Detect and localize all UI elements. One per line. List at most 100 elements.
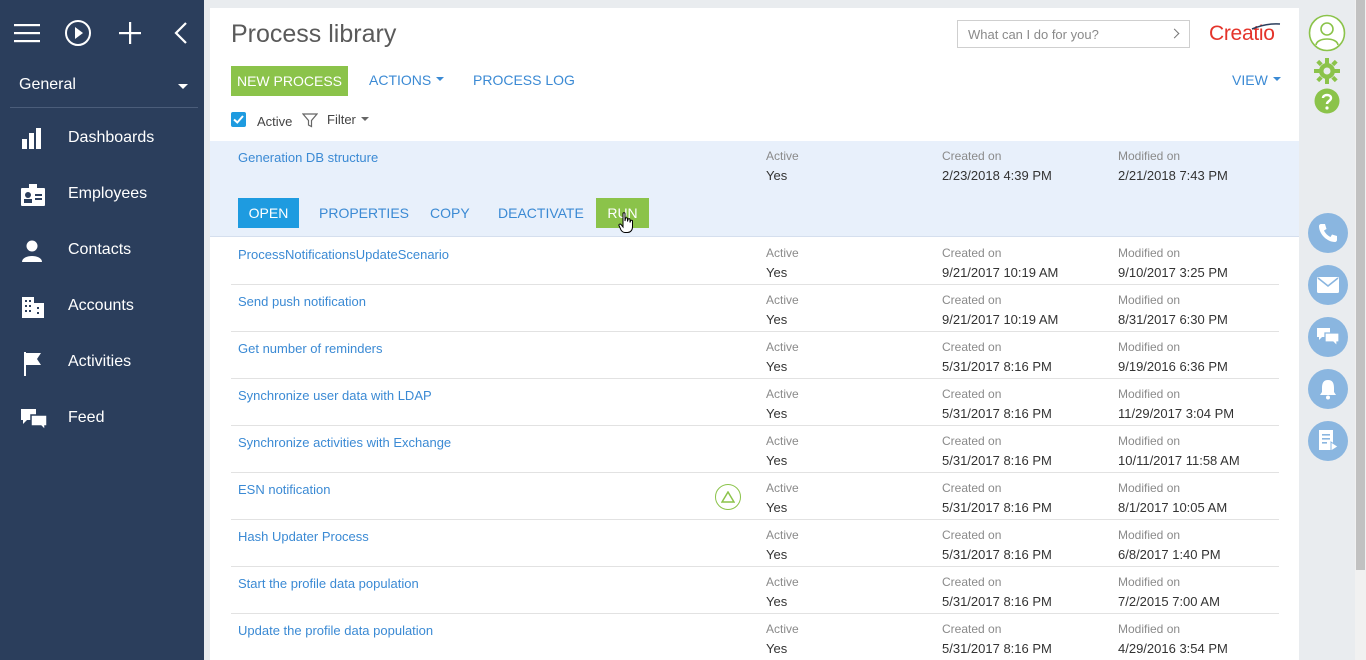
filter-dropdown[interactable]: Filter (327, 112, 369, 127)
active-caption: Active (766, 575, 799, 589)
scrollbar-thumb[interactable] (1356, 0, 1365, 570)
copy-button[interactable]: COPY (430, 198, 470, 228)
table-row[interactable]: Get number of reminders Active Yes Creat… (231, 332, 1279, 379)
profile-icon[interactable] (1308, 14, 1346, 52)
chevron-down-icon (360, 116, 369, 121)
open-button[interactable]: OPEN (238, 198, 299, 228)
sidebar-item-activities[interactable]: Activities (0, 335, 204, 391)
sidebar-item-dashboards[interactable]: Dashboards (0, 111, 204, 167)
active-value: Yes (766, 500, 788, 515)
sidebar-item-label: Employees (68, 185, 148, 202)
process-name-link[interactable]: Send push notification (238, 294, 366, 309)
sidebar-item-label: Feed (68, 409, 105, 426)
process-name-link[interactable]: ProcessNotificationsUpdateScenario (238, 247, 449, 262)
help-icon[interactable] (1314, 88, 1340, 114)
table-row-selected[interactable]: Generation DB structure Active Yes Creat… (210, 141, 1299, 237)
settings-gear-icon[interactable] (1314, 58, 1340, 84)
table-row[interactable]: Synchronize user data with LDAP Active Y… (231, 379, 1279, 426)
table-row[interactable]: Synchronize activities with Exchange Act… (231, 426, 1279, 473)
modified-value: 4/29/2016 3:54 PM (1118, 641, 1228, 656)
sidebar-item-employees[interactable]: Employees (0, 167, 204, 223)
table-row[interactable]: Update the profile data population Activ… (231, 614, 1279, 660)
add-icon[interactable] (115, 18, 145, 48)
workplace-selector[interactable]: General (10, 68, 198, 108)
new-process-button[interactable]: NEW PROCESS (231, 66, 348, 96)
sidebar-item-accounts[interactable]: Accounts (0, 279, 204, 335)
modified-value: 10/11/2017 11:58 AM (1118, 453, 1240, 468)
table-row[interactable]: ESN notification Active Yes Created on 5… (231, 473, 1279, 520)
created-caption: Created on (942, 340, 1002, 354)
process-panel-button[interactable] (1308, 421, 1348, 461)
table-row[interactable]: Start the profile data population Active… (231, 567, 1279, 614)
menu-icon[interactable] (12, 18, 42, 48)
active-caption: Active (766, 387, 799, 401)
view-label: VIEW (1232, 72, 1268, 88)
chat-button[interactable] (1308, 317, 1348, 357)
created-caption: Created on (942, 293, 1002, 307)
process-name-link[interactable]: Hash Updater Process (238, 529, 369, 544)
created-caption: Created on (942, 575, 1002, 589)
created-value: 9/21/2017 10:19 AM (942, 312, 1059, 327)
active-caption: Active (766, 149, 799, 163)
sidebar-item-contacts[interactable]: Contacts (0, 223, 204, 279)
actions-dropdown[interactable]: ACTIONS (369, 72, 445, 88)
process-name-link[interactable]: Synchronize activities with Exchange (238, 435, 451, 450)
modified-value: 9/19/2016 6:36 PM (1118, 359, 1228, 374)
modified-caption: Modified on (1118, 387, 1181, 401)
modified-caption: Modified on (1118, 528, 1181, 542)
actions-label: ACTIONS (369, 72, 432, 88)
modified-caption: Modified on (1118, 293, 1181, 307)
call-button[interactable] (1308, 213, 1348, 253)
active-checkbox[interactable] (231, 112, 246, 127)
process-log-button[interactable]: PROCESS LOG (473, 72, 575, 88)
table-row[interactable]: Hash Updater Process Active Yes Created … (231, 520, 1279, 567)
properties-button[interactable]: PROPERTIES (319, 198, 409, 228)
created-caption: Created on (942, 528, 1002, 542)
active-value: Yes (766, 641, 788, 656)
feed-icon (20, 407, 48, 432)
page-title: Process library (231, 20, 397, 48)
process-name-link[interactable]: Start the profile data population (238, 576, 419, 591)
active-caption: Active (766, 340, 799, 354)
process-name-link[interactable]: Synchronize user data with LDAP (238, 388, 432, 403)
email-button[interactable] (1308, 265, 1348, 305)
created-caption: Created on (942, 622, 1002, 636)
table-row[interactable]: ProcessNotificationsUpdateScenario Activ… (231, 238, 1279, 285)
collapse-icon[interactable] (166, 18, 196, 48)
deactivate-button[interactable]: DEACTIVATE (498, 198, 584, 228)
modified-caption: Modified on (1118, 149, 1181, 163)
contacts-icon (20, 239, 46, 263)
active-caption: Active (766, 293, 799, 307)
created-value: 2/23/2018 4:39 PM (942, 168, 1052, 183)
active-value: Yes (766, 406, 788, 421)
employees-icon (20, 183, 46, 207)
modified-caption: Modified on (1118, 481, 1181, 495)
process-name-link[interactable]: Update the profile data population (238, 623, 433, 638)
table-row[interactable]: Send push notification Active Yes Create… (231, 285, 1279, 332)
process-name-link[interactable]: ESN notification (238, 482, 331, 497)
filter-icon[interactable] (302, 112, 318, 128)
active-caption: Active (766, 622, 799, 636)
created-value: 5/31/2017 8:16 PM (942, 359, 1052, 374)
sidebar-top-bar (0, 0, 204, 66)
created-value: 5/31/2017 8:16 PM (942, 453, 1052, 468)
modified-caption: Modified on (1118, 575, 1181, 589)
process-name-link[interactable]: Get number of reminders (238, 341, 383, 356)
command-line-input[interactable]: What can I do for you? (957, 20, 1190, 48)
modified-caption: Modified on (1118, 434, 1181, 448)
active-value: Yes (766, 312, 788, 327)
sidebar-item-feed[interactable]: Feed (0, 391, 204, 447)
created-caption: Created on (942, 481, 1002, 495)
activities-icon (20, 351, 46, 376)
page-scrollbar[interactable] (1355, 0, 1366, 660)
created-value: 5/31/2017 8:16 PM (942, 641, 1052, 656)
active-caption: Active (766, 246, 799, 260)
run-process-icon[interactable] (63, 18, 93, 48)
modified-value: 7/2/2015 7:00 AM (1118, 594, 1220, 609)
chevron-right-icon[interactable] (1169, 28, 1180, 39)
view-dropdown[interactable]: VIEW (1232, 72, 1281, 88)
created-value: 9/21/2017 10:19 AM (942, 265, 1059, 280)
notifications-button[interactable] (1308, 369, 1348, 409)
process-name-link[interactable]: Generation DB structure (238, 150, 378, 165)
sidebar-item-label: Accounts (68, 297, 134, 314)
